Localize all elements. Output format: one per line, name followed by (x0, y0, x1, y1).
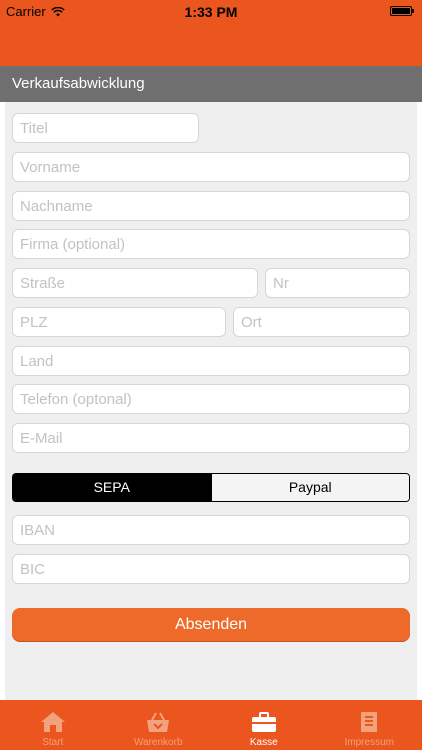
nachname-field[interactable] (12, 191, 410, 221)
tab-kasse-label: Kasse (249, 737, 278, 748)
land-input[interactable] (13, 347, 409, 375)
ort-field[interactable] (233, 307, 410, 337)
payment-method-selector: SEPA Paypal (12, 473, 410, 502)
titel-field[interactable] (12, 113, 199, 143)
header-bar: Carrier 1:33 PM (0, 0, 422, 66)
tab-warenkorb-label: Warenkorb (133, 737, 183, 748)
section-title: Verkaufsabwicklung (0, 66, 422, 102)
vorname-field[interactable] (12, 152, 410, 182)
tab-start-label: Start (42, 737, 64, 748)
segment-paypal[interactable]: Paypal (210, 474, 409, 501)
titel-input[interactable] (13, 114, 198, 142)
firma-field[interactable] (12, 229, 410, 259)
iban-input[interactable] (13, 516, 409, 544)
vorname-input[interactable] (13, 153, 409, 181)
tab-bar: Start Warenkorb Kasse Impressum (0, 700, 422, 750)
plz-input[interactable] (13, 308, 225, 336)
document-icon (361, 712, 378, 732)
briefcase-icon (251, 712, 276, 732)
status-time: 1:33 PM (184, 4, 238, 20)
tab-start[interactable]: Start (0, 700, 106, 750)
bic-field[interactable] (12, 554, 410, 584)
ort-input[interactable] (234, 308, 409, 336)
strasse-field[interactable] (12, 268, 258, 298)
tab-impressum-label: Impressum (344, 737, 394, 748)
land-field[interactable] (12, 346, 410, 376)
home-icon (40, 712, 65, 732)
email-field[interactable] (12, 423, 410, 453)
status-bar: Carrier 1:33 PM (0, 0, 422, 22)
iban-field[interactable] (12, 515, 410, 545)
nr-field[interactable] (265, 268, 410, 298)
bic-input[interactable] (13, 555, 409, 583)
telefon-input[interactable] (13, 385, 409, 413)
basket-icon (147, 712, 170, 732)
tab-warenkorb[interactable]: Warenkorb (106, 700, 212, 750)
plz-field[interactable] (12, 307, 226, 337)
battery-icon (390, 6, 414, 16)
nr-input[interactable] (266, 269, 409, 297)
submit-button[interactable]: Absenden (12, 608, 410, 641)
nachname-input[interactable] (13, 192, 409, 220)
telefon-field[interactable] (12, 384, 410, 414)
email-input[interactable] (13, 424, 409, 452)
firma-input[interactable] (13, 230, 409, 258)
tab-kasse[interactable]: Kasse (211, 700, 317, 750)
segment-sepa[interactable]: SEPA (13, 474, 211, 501)
strasse-input[interactable] (13, 269, 257, 297)
tab-impressum[interactable]: Impressum (317, 700, 422, 750)
